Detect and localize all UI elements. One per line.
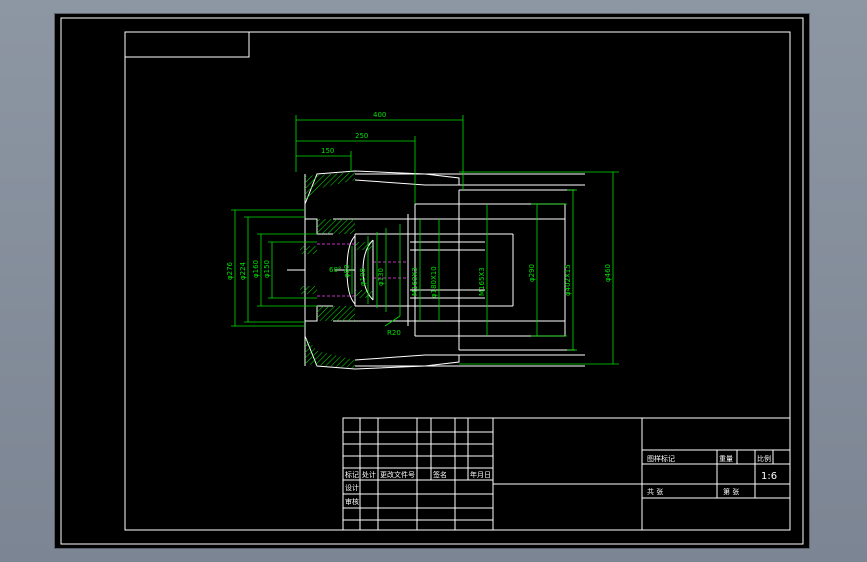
dim-d224: φ224 <box>239 261 247 280</box>
title-block: 标记 处计 更改文件号 签名 年月日 设计 审核 图样标记 重量 比例 1:6 … <box>342 417 791 531</box>
tb-row-count: 处计 <box>362 470 376 479</box>
tb-col-date: 年月日 <box>470 470 491 479</box>
dim-d460: φ460 <box>604 264 612 282</box>
tb-scale-label: 比例 <box>757 454 771 463</box>
dim-m160: M160X3 <box>411 267 419 296</box>
tb-weight-label: 重量 <box>719 455 733 463</box>
cad-drawing: 400 250 150 φ276 φ224 φ160 φ150 φ80 φ108… <box>60 17 804 545</box>
cad-viewport[interactable]: 400 250 150 φ276 φ224 φ160 φ150 φ80 φ108… <box>55 14 809 548</box>
dim-len-150: 150 <box>321 147 334 155</box>
dim-len-250: 250 <box>355 132 368 140</box>
tb-col-sign: 签名 <box>433 470 447 479</box>
dim-d80: φ80 <box>343 264 351 278</box>
dim-d160: φ160 <box>252 260 260 278</box>
dim-d130: φ130 <box>377 268 385 286</box>
dim-r20: R20 <box>387 329 401 337</box>
tb-col-zone: 更改文件号 <box>380 470 415 479</box>
dim-len-400: 400 <box>373 111 386 119</box>
dim-d290: φ290 <box>528 264 536 282</box>
tb-scale-value: 1:6 <box>761 471 777 482</box>
tb-sheet-total: 共 张 <box>647 487 663 496</box>
tb-row-review: 审核 <box>345 497 359 506</box>
dim-d150: φ150 <box>263 260 271 278</box>
dim-d276: φ276 <box>226 261 234 280</box>
dim-d108: φ108 <box>359 268 367 286</box>
tb-row-mark: 标记 <box>345 470 359 479</box>
dim-d402: φ402X15 <box>564 264 572 296</box>
dim-m165: M165X3 <box>478 267 486 296</box>
tb-sheet-no: 第 张 <box>723 487 739 496</box>
dim-d180: φ180X10 <box>430 266 438 298</box>
dimension-lines <box>231 115 619 365</box>
tb-stage-label: 图样标记 <box>647 454 675 463</box>
drawing-border <box>124 31 791 531</box>
dimension-labels: 400 250 150 φ276 φ224 φ160 φ150 φ80 φ108… <box>226 111 612 337</box>
tb-row-design: 设计 <box>345 483 359 492</box>
code-box <box>124 31 250 58</box>
dim-angle: 60° <box>329 266 341 274</box>
